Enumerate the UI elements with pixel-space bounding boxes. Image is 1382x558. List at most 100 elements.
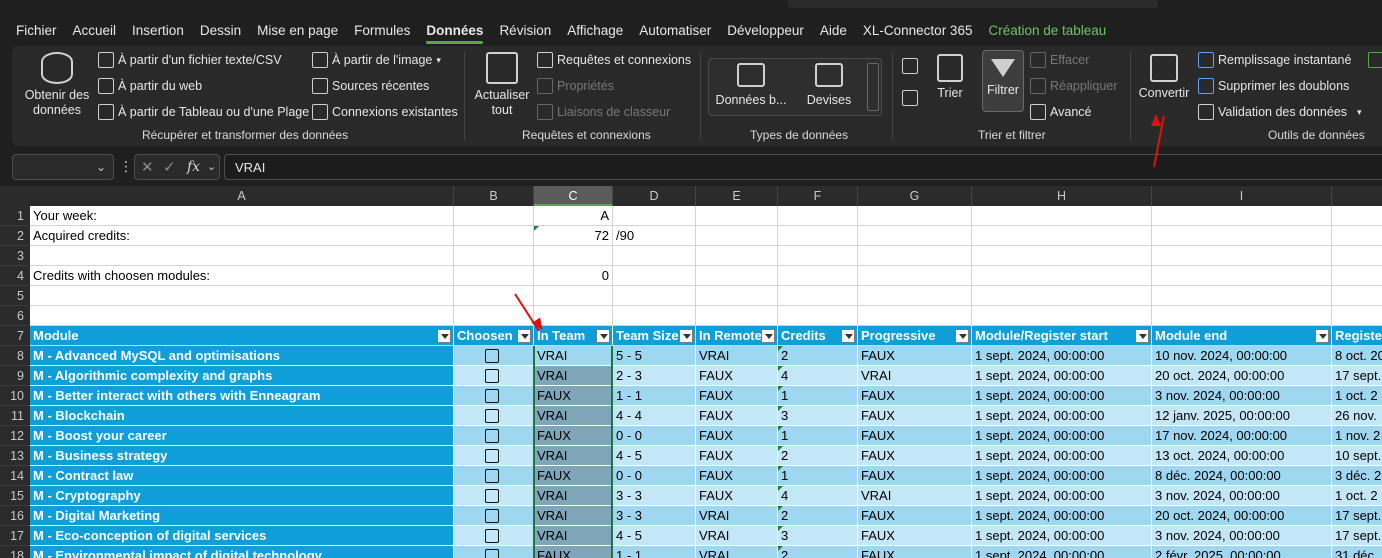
cancel-icon[interactable]: ✕	[141, 158, 154, 176]
cell-c[interactable]: A	[534, 206, 613, 226]
cell-prog[interactable]: FAUX	[858, 506, 972, 526]
from-web-button[interactable]: À partir du web	[98, 78, 202, 94]
cell-credits[interactable]: 3	[778, 526, 858, 546]
cell-b[interactable]	[454, 306, 534, 326]
cell-remote[interactable]: FAUX	[696, 386, 778, 406]
menu-tab-8[interactable]: Affichage	[559, 18, 631, 44]
currencies-button[interactable]: Devises	[799, 63, 859, 108]
search-box[interactable]	[788, 0, 1158, 8]
cell-choosen[interactable]	[454, 526, 534, 546]
clear-filter-button[interactable]: Effacer	[1030, 52, 1089, 68]
reapply-button[interactable]: Réappliquer	[1030, 78, 1117, 94]
cell-reg[interactable]: 31 déc.	[1332, 546, 1382, 558]
queries-connections-button[interactable]: Requêtes et connexions	[537, 52, 691, 68]
cell-team[interactable]: VRAI	[534, 486, 613, 506]
cell-a[interactable]	[30, 306, 454, 326]
workbook-links-button[interactable]: Liaisons de classeur	[537, 104, 670, 120]
cell-prog[interactable]: VRAI	[858, 366, 972, 386]
cell-credits[interactable]: 4	[778, 486, 858, 506]
cell[interactable]	[858, 286, 972, 306]
column-header-I[interactable]: I	[1152, 186, 1332, 206]
cell-prog[interactable]: VRAI	[858, 486, 972, 506]
filter-dropdown-icon[interactable]	[517, 329, 531, 343]
filter-button[interactable]: Filtrer	[982, 50, 1024, 112]
choosen-checkbox[interactable]	[485, 549, 499, 558]
cell-choosen[interactable]	[454, 386, 534, 406]
cell-end[interactable]: 20 oct. 2024, 00:00:00	[1152, 366, 1332, 386]
cell[interactable]	[1152, 306, 1332, 326]
cell-size[interactable]: 0 - 0	[613, 466, 696, 486]
cell-reg[interactable]: 3 déc. 2	[1332, 466, 1382, 486]
menu-tab-4[interactable]: Mise en page	[249, 18, 346, 44]
cell[interactable]	[696, 246, 778, 266]
cell-reg[interactable]: 17 sept.	[1332, 506, 1382, 526]
cell-end[interactable]: 13 oct. 2024, 00:00:00	[1152, 446, 1332, 466]
cell-module[interactable]: M - Environmental impact of digital tech…	[30, 546, 454, 558]
cell-end[interactable]: 8 déc. 2024, 00:00:00	[1152, 466, 1332, 486]
row-header[interactable]: 18	[0, 546, 30, 558]
cell-d[interactable]	[613, 286, 696, 306]
cell[interactable]	[972, 266, 1152, 286]
cell-choosen[interactable]	[454, 346, 534, 366]
cell-b[interactable]	[454, 266, 534, 286]
cell[interactable]	[696, 286, 778, 306]
cell-size[interactable]: 3 - 3	[613, 486, 696, 506]
cell-team[interactable]: VRAI	[534, 506, 613, 526]
row-header[interactable]: 4	[0, 266, 30, 286]
cell-prog[interactable]: FAUX	[858, 546, 972, 558]
cell-reg[interactable]: 1 nov. 2	[1332, 426, 1382, 446]
cell-remote[interactable]: FAUX	[696, 366, 778, 386]
cell-choosen[interactable]	[454, 486, 534, 506]
cell-credits[interactable]: 1	[778, 466, 858, 486]
cell-module[interactable]: M - Cryptography	[30, 486, 454, 506]
cell-size[interactable]: 1 - 1	[613, 546, 696, 558]
cell-reg[interactable]: 8 oct. 20	[1332, 346, 1382, 366]
recent-sources-button[interactable]: Sources récentes	[312, 78, 429, 94]
cell[interactable]	[1332, 226, 1382, 246]
cell[interactable]	[1152, 286, 1332, 306]
remove-duplicates-button[interactable]: Supprimer les doublons	[1198, 78, 1349, 94]
properties-button[interactable]: Propriétés	[537, 78, 614, 94]
menu-tab-1[interactable]: Accueil	[65, 18, 125, 44]
filter-dropdown-icon[interactable]	[437, 329, 451, 343]
cell-credits[interactable]: 1	[778, 426, 858, 446]
cell-size[interactable]: 3 - 3	[613, 506, 696, 526]
cell-start[interactable]: 1 sept. 2024, 00:00:00	[972, 466, 1152, 486]
choosen-checkbox[interactable]	[485, 469, 499, 483]
cell[interactable]	[1152, 266, 1332, 286]
cell-start[interactable]: 1 sept. 2024, 00:00:00	[972, 526, 1152, 546]
cell-credits[interactable]: 3	[778, 406, 858, 426]
cell-end[interactable]: 20 oct. 2024, 00:00:00	[1152, 506, 1332, 526]
row-header[interactable]: 16	[0, 506, 30, 526]
row-header[interactable]: 9	[0, 366, 30, 386]
cell-remote[interactable]: VRAI	[696, 346, 778, 366]
choosen-checkbox[interactable]	[485, 529, 499, 543]
row-header[interactable]: 8	[0, 346, 30, 366]
cell[interactable]	[778, 226, 858, 246]
existing-connections-button[interactable]: Connexions existantes	[312, 104, 458, 120]
cell[interactable]	[972, 226, 1152, 246]
choosen-checkbox[interactable]	[485, 429, 499, 443]
cell[interactable]	[1332, 246, 1382, 266]
cell[interactable]	[1152, 206, 1332, 226]
cell-choosen[interactable]	[454, 546, 534, 558]
cell-credits[interactable]: 2	[778, 506, 858, 526]
menu-tab-6[interactable]: Données	[418, 18, 491, 44]
cell-module[interactable]: M - Blockchain	[30, 406, 454, 426]
cell-remote[interactable]: FAUX	[696, 466, 778, 486]
advanced-filter-button[interactable]: Avancé	[1030, 104, 1091, 120]
table-header-cell[interactable]: Registe	[1332, 326, 1382, 346]
choosen-checkbox[interactable]	[485, 509, 499, 523]
chevron-down-icon[interactable]: ⌄	[207, 160, 216, 173]
cell-choosen[interactable]	[454, 446, 534, 466]
table-header-cell[interactable]: Module/Register start	[972, 326, 1152, 346]
cell-end[interactable]: 2 févr. 2025, 00:00:00	[1152, 546, 1332, 558]
cell-start[interactable]: 1 sept. 2024, 00:00:00	[972, 506, 1152, 526]
cell-size[interactable]: 4 - 4	[613, 406, 696, 426]
gallery-scroll[interactable]	[867, 63, 879, 111]
cell-start[interactable]: 1 sept. 2024, 00:00:00	[972, 426, 1152, 446]
cell-prog[interactable]: FAUX	[858, 406, 972, 426]
cell-b[interactable]	[454, 226, 534, 246]
choosen-checkbox[interactable]	[485, 389, 499, 403]
cell-remote[interactable]: VRAI	[696, 526, 778, 546]
